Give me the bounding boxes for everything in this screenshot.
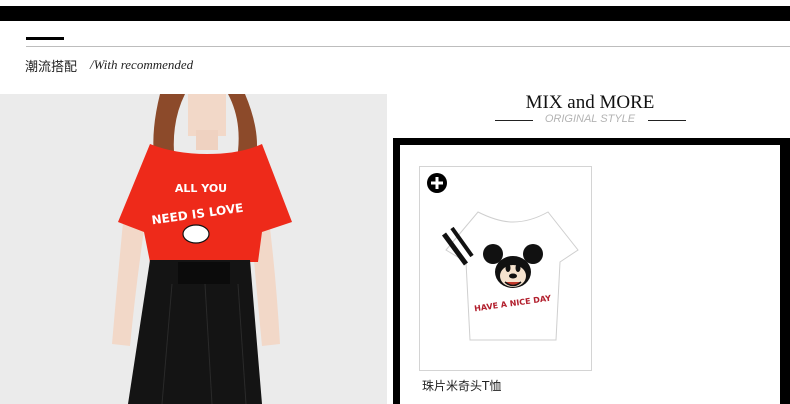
subtitle-rule-right [648,120,686,121]
shirt-print-line1: ALL YOU [175,182,227,195]
subtitle-rule-left [495,120,533,121]
product-image[interactable]: HAVE A NICE DAY [438,200,588,350]
mix-title: MIX and MORE [525,92,655,113]
product-name-link[interactable]: 珠片米奇头T恤 [422,377,501,394]
model-illustration: ALL YOU NEED IS LOVE [0,94,387,404]
section-title: 潮流搭配 [25,60,78,75]
model-photo: ALL YOU NEED IS LOVE [0,94,387,404]
top-banner-bar [0,6,790,21]
heading-divider [26,46,790,47]
mix-subtitle: ORIGINAL STYLE [544,113,636,125]
heading-accent-line [26,37,64,40]
section-subtitle: /With recommended [90,57,194,72]
plus-circle-icon[interactable] [426,172,448,194]
